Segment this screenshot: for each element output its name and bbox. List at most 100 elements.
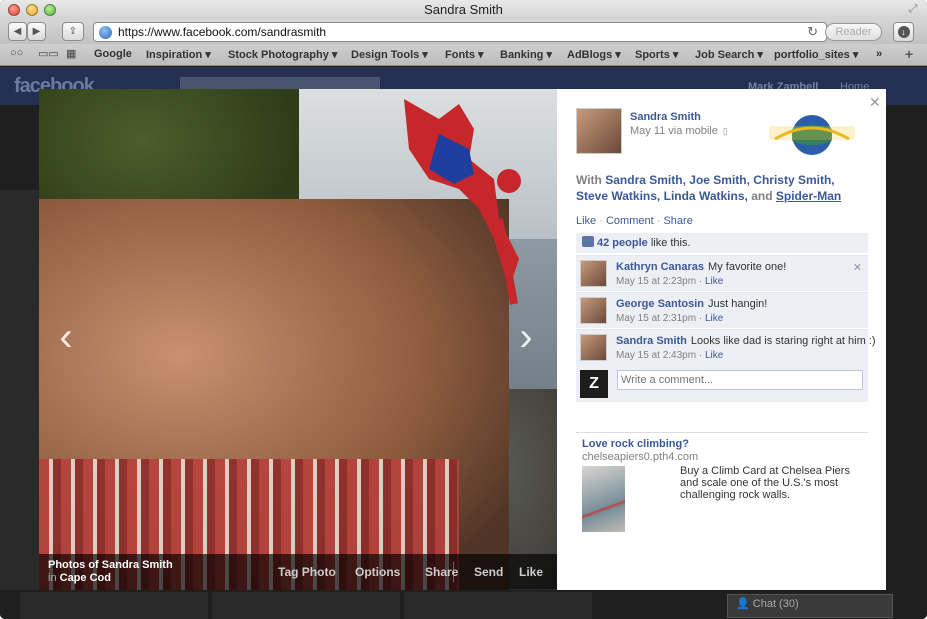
- commenter-avatar[interactable]: [580, 260, 607, 287]
- comment-author: Sandra Smith Looks like dad is staring ri…: [616, 335, 876, 347]
- mobile-icon: ▯: [722, 126, 728, 136]
- comment-meta: May 15 at 2:23pm · Like: [616, 276, 724, 287]
- post-like-link[interactable]: Like: [576, 215, 596, 227]
- comment-text: Looks like dad is staring right at him :…: [690, 335, 876, 347]
- back-icon: ◀: [13, 26, 22, 37]
- reading-list-icon[interactable]: ○○: [10, 47, 23, 59]
- comment-like-link[interactable]: Like: [705, 313, 723, 324]
- background-tile: [212, 592, 400, 619]
- comment-input[interactable]: [617, 370, 863, 390]
- photo-share-button[interactable]: Share: [425, 565, 458, 579]
- bookmark-job-search[interactable]: Job Search ▾: [695, 48, 763, 61]
- tagged-sandra-smith[interactable]: Sandra Smith,: [605, 173, 686, 187]
- commenter-name[interactable]: George Santosin: [616, 298, 704, 310]
- right-background-panel: [886, 105, 927, 619]
- commenter-name[interactable]: Sandra Smith: [616, 335, 687, 347]
- bookmarks-overflow[interactable]: »: [876, 48, 882, 60]
- bookmark-design-tools[interactable]: Design Tools ▾: [351, 48, 428, 61]
- close-icon[interactable]: ✕: [869, 94, 881, 111]
- forward-icon: ▶: [32, 26, 41, 37]
- chat-bar[interactable]: 👤 Chat (30): [727, 594, 893, 618]
- commenter-avatar[interactable]: [580, 297, 607, 324]
- tagged-with: With Sandra Smith, Joe Smith, Christy Sm…: [576, 172, 866, 204]
- post-share-link[interactable]: Share: [663, 215, 692, 227]
- window-controls: [8, 4, 56, 16]
- bookmark-adblogs[interactable]: AdBlogs ▾: [567, 48, 621, 61]
- minimize-window-button[interactable]: [26, 4, 38, 16]
- poster-avatar[interactable]: [576, 108, 622, 154]
- likes-count-link[interactable]: 42 people: [597, 237, 648, 249]
- close-window-button[interactable]: [8, 4, 20, 16]
- likes-suffix: like this.: [650, 237, 691, 249]
- fullscreen-icon[interactable]: ⤢: [907, 3, 919, 15]
- comment-like-link[interactable]: Like: [705, 350, 723, 361]
- next-photo-icon[interactable]: ›: [512, 317, 540, 357]
- remove-comment-icon[interactable]: ✕: [853, 261, 862, 274]
- tagged-joe-smith[interactable]: Joe Smith,: [689, 173, 750, 187]
- ad-divider: [576, 432, 868, 433]
- background-tile: [0, 190, 39, 590]
- photo-send-button[interactable]: Send: [474, 565, 503, 579]
- comment-author: Kathryn Canaras My favorite one!: [616, 261, 786, 273]
- new-tab-icon[interactable]: +: [905, 46, 913, 62]
- bookmarks-book-icon[interactable]: ▭▭: [38, 47, 59, 60]
- current-user-avatar: Z: [580, 370, 608, 398]
- ad-title[interactable]: Love rock climbing?: [582, 438, 689, 450]
- separator-dot: ·: [599, 215, 603, 227]
- bookmark-google[interactable]: Google: [94, 48, 132, 60]
- tagged-christy-smith[interactable]: Christy Smith,: [753, 173, 834, 187]
- chat-icon: 👤: [736, 598, 753, 610]
- poster-name[interactable]: Sandra Smith: [630, 111, 701, 123]
- background-tile: [20, 592, 208, 619]
- universal-studios-logo: [769, 115, 855, 155]
- bookmark-banking[interactable]: Banking ▾: [500, 48, 552, 61]
- photo-like-button[interactable]: Like: [519, 565, 543, 579]
- tag-photo-button[interactable]: Tag Photo: [278, 565, 336, 579]
- options-button[interactable]: Options: [355, 565, 400, 579]
- bookmark-sports[interactable]: Sports ▾: [635, 48, 678, 61]
- previous-photo-icon[interactable]: ‹: [52, 317, 80, 357]
- photo-details-panel: ✕ Sandra Smith May 11 via mobile ▯ With …: [557, 89, 886, 590]
- likes-summary: 42 people like this.: [576, 233, 868, 253]
- bookmark-fonts[interactable]: Fonts ▾: [445, 48, 484, 61]
- forward-button[interactable]: ▶: [27, 22, 46, 41]
- ad-domain[interactable]: chelseapiers0.pth4.com: [582, 451, 698, 463]
- comment-time[interactable]: May 15 at 2:43pm: [616, 350, 696, 361]
- downloads-button[interactable]: ↓: [893, 22, 914, 42]
- location-prefix: in: [48, 572, 57, 584]
- commenter-avatar[interactable]: [580, 334, 607, 361]
- comment-time[interactable]: May 15 at 2:23pm: [616, 276, 696, 287]
- photo-viewer[interactable]: ‹ › Photos of Sandra Smith in Cape Cod T…: [39, 89, 557, 590]
- tagged-spider-man[interactable]: Spider-Man: [776, 189, 841, 203]
- location-link[interactable]: Cape Cod: [60, 572, 111, 584]
- tagged-steve-watkins[interactable]: Steve Watkins,: [576, 189, 660, 203]
- background-tile: [404, 592, 592, 619]
- url-text[interactable]: https://www.facebook.com/sandrasmith: [118, 25, 326, 40]
- address-bar[interactable]: https://www.facebook.com/sandrasmith ↻: [93, 22, 827, 42]
- title-bar: Sandra Smith ⤢: [0, 0, 927, 19]
- commenter-name[interactable]: Kathryn Canaras: [616, 261, 704, 273]
- post-comment-link[interactable]: Comment: [606, 215, 654, 227]
- bookmark-portfolio-sites[interactable]: portfolio_sites ▾: [774, 48, 858, 61]
- bookmarks-bar: ○○ ▭▭ ▦ Google Inspiration ▾ Stock Photo…: [0, 44, 927, 66]
- album-title[interactable]: Photos of Sandra Smith: [48, 559, 173, 571]
- spider-man-figure: [404, 99, 521, 305]
- tagged-linda-watkins[interactable]: Linda Watkins,: [664, 189, 748, 203]
- browser-toolbar: ◀ ▶ ⇪ https://www.facebook.com/sandrasmi…: [0, 19, 927, 44]
- comment-author: George Santosin Just hangin!: [616, 298, 767, 310]
- bookmark-inspiration[interactable]: Inspiration ▾: [146, 48, 211, 61]
- top-sites-grid-icon[interactable]: ▦: [66, 47, 76, 60]
- back-button[interactable]: ◀: [8, 22, 27, 41]
- ad-image[interactable]: [582, 466, 625, 532]
- reload-icon[interactable]: ↻: [807, 24, 818, 40]
- comment-text: Just hangin!: [708, 298, 768, 310]
- comment-meta: May 15 at 2:43pm · Like: [616, 350, 724, 361]
- chat-label: Chat (30): [752, 598, 799, 610]
- comment-time[interactable]: May 15 at 2:31pm: [616, 313, 696, 324]
- bookmark-stock-photography[interactable]: Stock Photography ▾: [228, 48, 337, 61]
- comment-like-link[interactable]: Like: [705, 276, 723, 287]
- zoom-window-button[interactable]: [44, 4, 56, 16]
- reader-button[interactable]: Reader: [825, 23, 882, 41]
- share-button[interactable]: ⇪: [62, 22, 84, 41]
- with-prefix: With: [576, 173, 602, 187]
